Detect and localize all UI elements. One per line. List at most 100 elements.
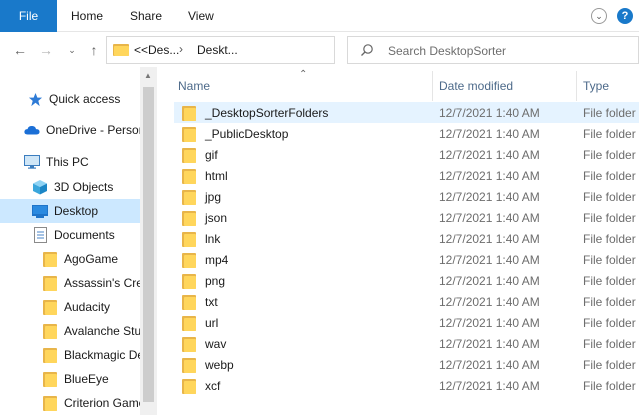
file-name-cell[interactable]: lnk <box>182 231 220 247</box>
tab-share[interactable]: Share <box>130 0 162 32</box>
file-name-cell[interactable]: gif <box>182 147 218 163</box>
file-date: 12/7/2021 1:40 AM <box>439 105 540 120</box>
nav-item-folder[interactable]: Blackmagic De <box>0 343 140 367</box>
file-type: File folder <box>583 231 636 246</box>
nav-item-label: Quick access <box>49 92 121 106</box>
tab-view[interactable]: View <box>188 0 214 32</box>
table-row[interactable]: wav 12/7/2021 1:40 AM File folder <box>174 333 639 354</box>
nav-item-onedrive[interactable]: OneDrive - Person <box>0 118 140 142</box>
file-name: wav <box>205 336 227 351</box>
back-arrow-icon[interactable]: ← <box>10 40 30 60</box>
table-row[interactable]: _DesktopSorterFolders 12/7/2021 1:40 AM Fi… <box>174 102 639 123</box>
nav-item-folder[interactable]: Audacity <box>0 295 140 319</box>
column-divider[interactable] <box>576 71 577 101</box>
table-row[interactable]: jpg 12/7/2021 1:40 AM File folder <box>174 186 639 207</box>
document-icon <box>32 227 48 243</box>
nav-item-documents[interactable]: Documents <box>0 223 140 247</box>
table-row[interactable]: _PublicDesktop 12/7/2021 1:40 AM File fold… <box>174 123 639 144</box>
file-type: File folder <box>583 273 636 288</box>
recent-locations-chevron-icon[interactable]: ⌄ <box>62 40 82 60</box>
nav-item-3d-objects[interactable]: 3D Objects <box>0 175 140 199</box>
table-row[interactable]: html 12/7/2021 1:40 AM File folder <box>174 165 639 186</box>
nav-item-label: This PC <box>46 155 89 169</box>
nav-scrollbar[interactable]: ▲ <box>140 67 157 415</box>
address-bar[interactable]: << Des... › Deskt... ⌄ ↻ <box>106 36 431 64</box>
folder-icon <box>182 126 196 142</box>
nav-item-folder[interactable]: Avalanche Stud <box>0 319 140 343</box>
file-name-cell[interactable]: _DesktopSorterFolders <box>182 105 328 121</box>
folder-icon <box>182 252 196 268</box>
table-row[interactable]: png 12/7/2021 1:40 AM File folder <box>174 270 639 291</box>
chevron-down-icon[interactable]: ⌄ <box>591 8 607 24</box>
tab-file[interactable]: File <box>0 0 57 32</box>
file-name-cell[interactable]: xcf <box>182 378 220 394</box>
folder-icon <box>42 323 58 339</box>
nav-item-desktop[interactable]: Desktop <box>0 199 140 223</box>
nav-item-folder[interactable]: Criterion Game <box>0 391 140 415</box>
table-row[interactable]: webp 12/7/2021 1:40 AM File folder <box>174 354 639 375</box>
file-name-cell[interactable]: jpg <box>182 189 221 205</box>
column-header-name[interactable]: Name <box>178 74 210 98</box>
breadcrumb-overflow[interactable]: << <box>134 43 148 57</box>
file-name: html <box>205 168 228 183</box>
tab-home[interactable]: Home <box>71 0 103 32</box>
table-row[interactable]: gif 12/7/2021 1:40 AM File folder <box>174 144 639 165</box>
breadcrumb-item[interactable]: Des... <box>148 43 179 57</box>
file-type: File folder <box>583 189 636 204</box>
nav-item-label: Desktop <box>54 204 99 218</box>
nav-item-folder[interactable]: AgoGame <box>0 247 140 271</box>
up-arrow-icon[interactable]: ↑ <box>84 40 104 60</box>
nav-item-label: OneDrive - Person <box>46 123 140 137</box>
file-name-cell[interactable]: url <box>182 315 218 331</box>
column-header-date[interactable]: Date modified <box>439 74 513 98</box>
help-icon[interactable]: ? <box>617 8 633 24</box>
nav-item-label: Criterion Game <box>64 396 140 410</box>
file-name: jpg <box>205 189 222 204</box>
file-name-cell[interactable]: webp <box>182 357 234 373</box>
nav-item-label: Assassin's Cree <box>64 276 140 290</box>
table-row[interactable]: txt 12/7/2021 1:40 AM File folder <box>174 291 639 312</box>
file-type: File folder <box>583 357 636 372</box>
table-row[interactable]: xcf 12/7/2021 1:40 AM File folder <box>174 375 639 396</box>
search-input[interactable]: Search DesktopSorter <box>347 36 639 64</box>
nav-item-label: Avalanche Stud <box>64 324 140 338</box>
table-row[interactable]: url 12/7/2021 1:40 AM File folder <box>174 312 639 333</box>
file-date: 12/7/2021 1:40 AM <box>439 168 540 183</box>
file-name-cell[interactable]: wav <box>182 336 226 352</box>
file-name-cell[interactable]: txt <box>182 294 218 310</box>
nav-item-label: 3D Objects <box>54 180 114 194</box>
nav-item-this-pc[interactable]: This PC <box>0 150 140 174</box>
nav-item-folder[interactable]: Assassin's Cree <box>0 271 140 295</box>
file-type: File folder <box>583 147 636 162</box>
nav-item-quick-access[interactable]: Quick access <box>0 87 140 111</box>
nav-item-folder[interactable]: BlueEye <box>0 367 140 391</box>
breadcrumb-item[interactable]: Deskt... <box>197 43 238 57</box>
table-row[interactable]: lnk 12/7/2021 1:40 AM File folder <box>174 228 639 249</box>
file-date: 12/7/2021 1:40 AM <box>439 126 540 141</box>
file-date: 12/7/2021 1:40 AM <box>439 378 540 393</box>
column-divider[interactable] <box>432 71 433 101</box>
file-date: 12/7/2021 1:40 AM <box>439 273 540 288</box>
table-row[interactable]: json 12/7/2021 1:40 AM File folder <box>174 207 639 228</box>
nav-item-label: Blackmagic De <box>64 348 140 362</box>
file-name-cell[interactable]: mp4 <box>182 252 228 268</box>
file-name: webp <box>205 357 234 372</box>
table-row[interactable]: mp4 12/7/2021 1:40 AM File folder <box>174 249 639 270</box>
file-name-cell[interactable]: json <box>182 210 227 226</box>
folder-icon <box>182 273 196 289</box>
navigation-pane: Quick access OneDrive - Person This PC 3… <box>0 67 157 415</box>
address-row: ← → ⌄ ↑ << Des... › Deskt... ⌄ ↻ Search … <box>0 33 639 67</box>
column-header-type[interactable]: Type <box>583 74 609 98</box>
file-name-cell[interactable]: html <box>182 168 228 184</box>
file-type: File folder <box>583 315 636 330</box>
file-name-cell[interactable]: _PublicDesktop <box>182 126 288 142</box>
file-name-cell[interactable]: png <box>182 273 225 289</box>
scrollbar-thumb[interactable] <box>143 87 154 402</box>
folder-icon <box>42 251 58 267</box>
file-date: 12/7/2021 1:40 AM <box>439 315 540 330</box>
scroll-up-icon[interactable]: ▲ <box>144 71 152 80</box>
folder-icon <box>182 336 196 352</box>
forward-arrow-icon[interactable]: → <box>36 40 56 60</box>
file-date: 12/7/2021 1:40 AM <box>439 294 540 309</box>
breadcrumb-separator-icon[interactable]: › <box>179 42 183 56</box>
